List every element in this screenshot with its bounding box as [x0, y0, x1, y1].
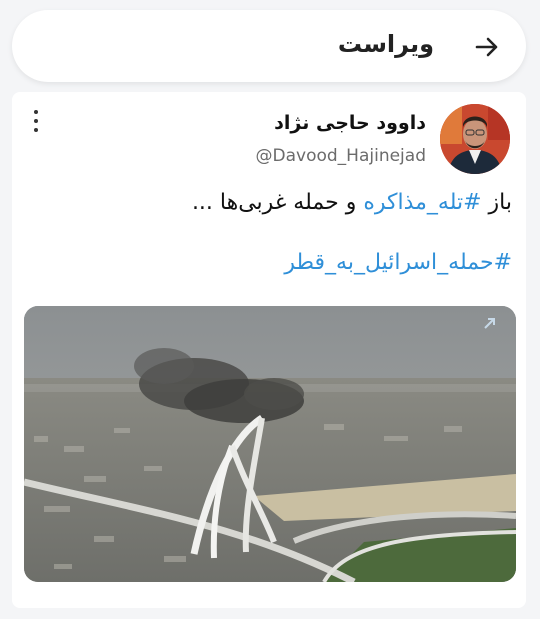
post-text-suffix: و حمله غربی‌ها ...	[191, 190, 364, 215]
city-smoke-photo	[24, 306, 516, 582]
more-dot	[34, 128, 38, 132]
more-dot	[34, 119, 38, 123]
post-text-prefix: باز	[481, 190, 512, 215]
more-options-button[interactable]	[26, 108, 46, 134]
post-image[interactable]	[24, 306, 516, 582]
avatar-image	[440, 104, 510, 174]
post-card[interactable]: داوود حاجی نژاد @Davood_Hajinejad باز #ت…	[12, 92, 526, 608]
avatar[interactable]	[440, 104, 510, 174]
back-button[interactable]	[470, 30, 504, 64]
page-title: ویراست	[337, 30, 434, 58]
arrow-right-icon	[475, 37, 498, 57]
post-text: باز #تله_مذاکره و حمله غربی‌ها ...	[192, 190, 512, 215]
hashtag-link[interactable]: #حمله_اسرائیل_به_قطر	[284, 250, 512, 275]
top-app-bar: ویراست	[12, 10, 526, 82]
post-hashtag-line: #حمله_اسرائیل_به_قطر	[284, 250, 512, 275]
author-name[interactable]: داوود حاجی نژاد	[274, 112, 426, 134]
hashtag-link[interactable]: #تله_مذاکره	[363, 190, 481, 215]
author-handle[interactable]: @Davood_Hajinejad	[256, 146, 426, 166]
more-vertical-icon	[34, 110, 38, 114]
